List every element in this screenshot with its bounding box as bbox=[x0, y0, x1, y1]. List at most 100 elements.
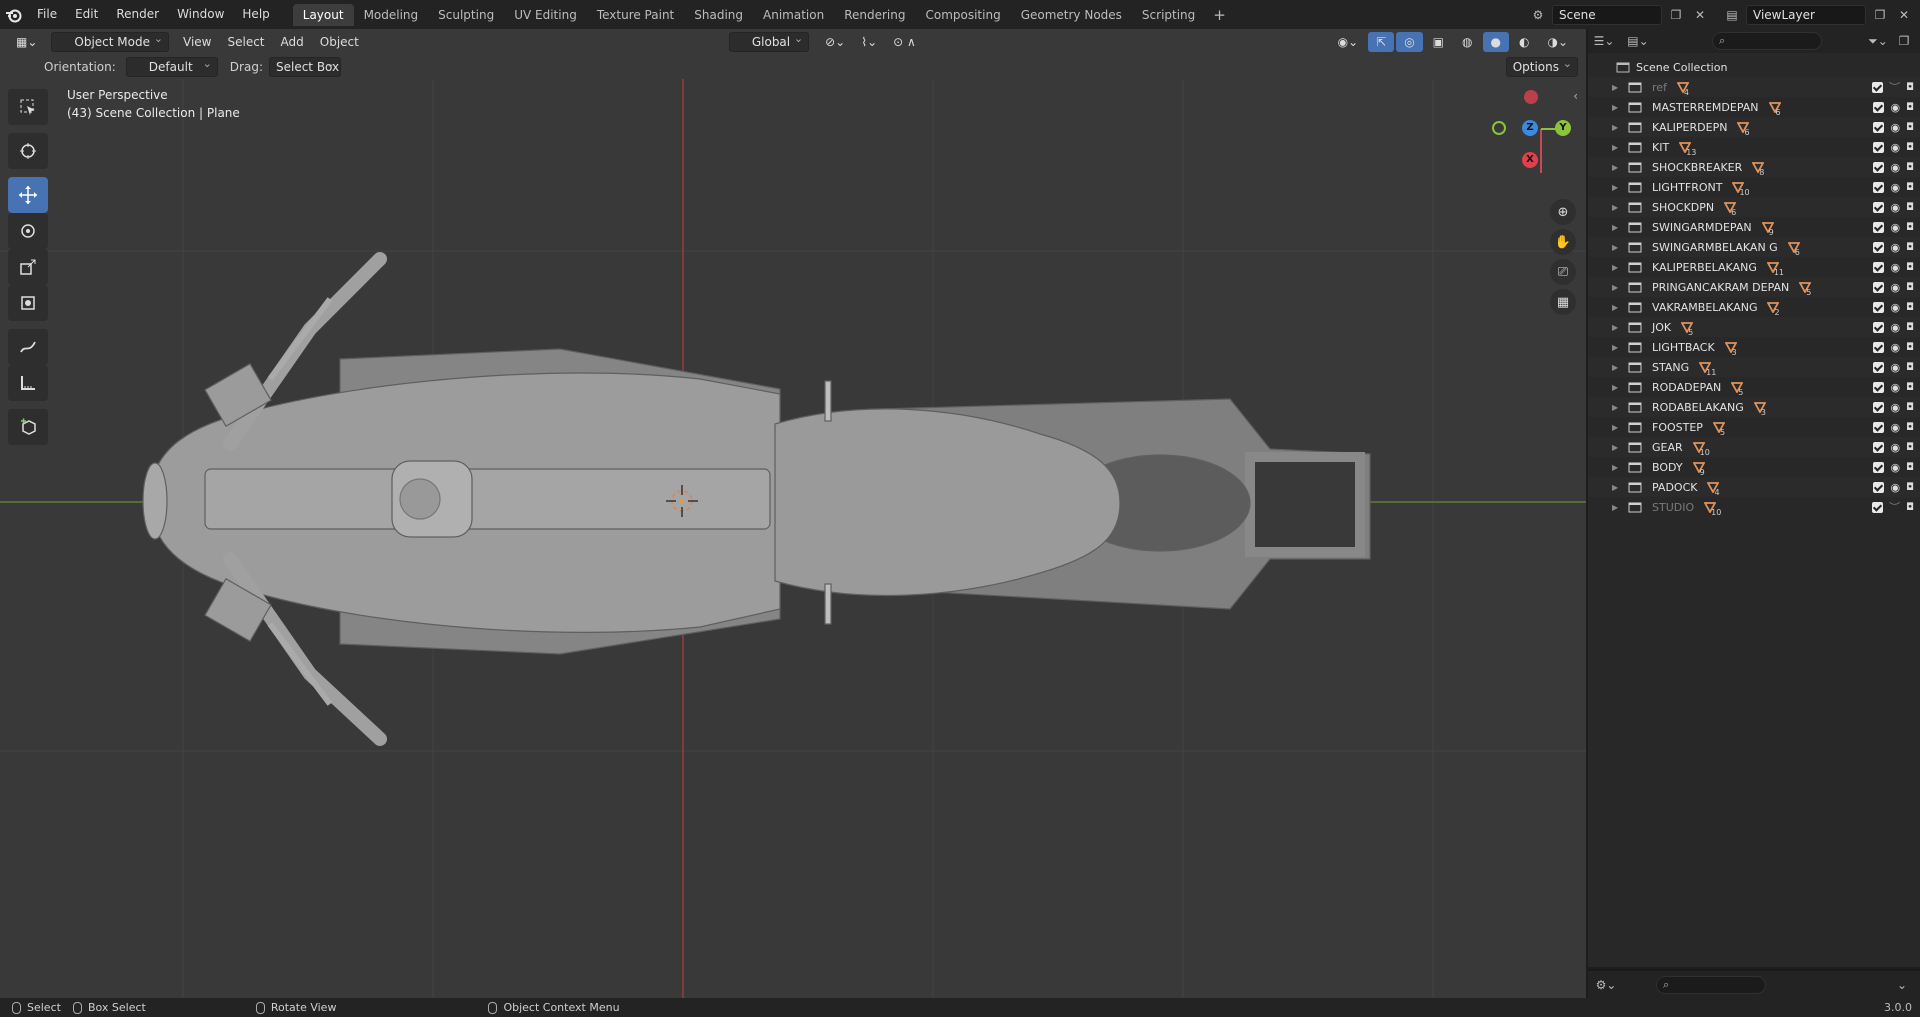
tab-animation[interactable]: Animation bbox=[753, 4, 834, 26]
expand-arrow-icon[interactable]: ▶ bbox=[1612, 243, 1624, 252]
neg-y-axis-icon[interactable] bbox=[1492, 121, 1506, 135]
mesh-badge[interactable]: 3 bbox=[1724, 341, 1737, 357]
render-camera-icon[interactable]: ◘ bbox=[1906, 262, 1914, 273]
mesh-badge[interactable]: 9 bbox=[1761, 221, 1774, 237]
x-axis-icon[interactable]: X bbox=[1522, 152, 1538, 168]
mesh-badge[interactable]: 3 bbox=[1753, 401, 1766, 417]
display-mode-icon[interactable]: ▤⌄ bbox=[1627, 31, 1648, 51]
eye-icon[interactable]: ◉ bbox=[1890, 181, 1900, 194]
overlay-toggle-icon[interactable]: ◎ bbox=[1396, 32, 1423, 52]
options-dropdown[interactable]: Options bbox=[1505, 55, 1578, 77]
exclude-checkbox[interactable] bbox=[1873, 221, 1885, 233]
tab-compositing[interactable]: Compositing bbox=[915, 4, 1010, 26]
expand-arrow-icon[interactable]: ▶ bbox=[1612, 303, 1624, 312]
blender-logo-icon[interactable] bbox=[0, 0, 28, 29]
collection-row[interactable]: ▶ BODY 9 ◉ ◘ bbox=[1588, 457, 1920, 478]
exclude-checkbox[interactable] bbox=[1873, 381, 1885, 393]
collection-row[interactable]: ▶ STUDIO 10 ︶ ◘ bbox=[1588, 497, 1920, 518]
eye-icon[interactable]: ◉ bbox=[1890, 301, 1900, 314]
collection-row[interactable]: ▶ RODADEPAN 5 ◉ ◘ bbox=[1588, 377, 1920, 398]
menu-add[interactable]: Add bbox=[273, 32, 312, 52]
mesh-badge[interactable]: 5 bbox=[1681, 321, 1693, 337]
mesh-badge[interactable]: 5 bbox=[1712, 421, 1725, 437]
tab-modeling[interactable]: Modeling bbox=[354, 4, 429, 26]
move-tool[interactable] bbox=[8, 177, 48, 213]
exclude-checkbox[interactable] bbox=[1873, 401, 1885, 413]
eye-icon[interactable]: ◉ bbox=[1890, 381, 1900, 394]
new-collection-icon[interactable]: ❐ bbox=[1894, 31, 1914, 51]
collection-row[interactable]: ▶ GEAR 10 ◉ ◘ bbox=[1588, 437, 1920, 457]
tab-geometry-nodes[interactable]: Geometry Nodes bbox=[1011, 4, 1132, 26]
expand-arrow-icon[interactable]: ▶ bbox=[1612, 203, 1624, 212]
render-camera-icon[interactable]: ◘ bbox=[1906, 422, 1914, 433]
collection-row[interactable]: ▶ SHOCKBREAKER 8 ◉ ◘ bbox=[1588, 157, 1920, 177]
expand-arrow-icon[interactable]: ▶ bbox=[1612, 423, 1624, 432]
mesh-badge[interactable]: 5 bbox=[1799, 281, 1811, 297]
expand-arrow-icon[interactable]: ▶ bbox=[1612, 463, 1624, 472]
tab-layout[interactable]: Layout bbox=[292, 3, 354, 26]
mesh-badge[interactable]: 6 bbox=[1768, 101, 1781, 117]
eye-icon[interactable]: ◉ bbox=[1890, 461, 1900, 474]
expand-arrow-icon[interactable]: ▶ bbox=[1612, 383, 1624, 392]
mesh-badge[interactable]: 4 bbox=[1676, 81, 1689, 97]
collection-row[interactable]: ▶ FOOSTEP 5 ◉ ◘ bbox=[1588, 417, 1920, 438]
expand-arrow-icon[interactable]: ▶ bbox=[1612, 103, 1624, 112]
menu-view[interactable]: View bbox=[175, 32, 219, 52]
rotate-tool[interactable] bbox=[8, 213, 48, 249]
transform-orientation-dropdown[interactable]: Global bbox=[728, 30, 810, 52]
expand-arrow-icon[interactable]: ▶ bbox=[1612, 323, 1624, 332]
exclude-checkbox[interactable] bbox=[1873, 121, 1885, 133]
eye-icon[interactable]: ︶ bbox=[1889, 79, 1900, 95]
expand-arrow-icon[interactable]: ▶ bbox=[1612, 503, 1624, 512]
exclude-checkbox[interactable] bbox=[1873, 301, 1885, 313]
render-camera-icon[interactable]: ◘ bbox=[1906, 102, 1914, 113]
render-camera-icon[interactable]: ◘ bbox=[1906, 302, 1914, 313]
pivot-icon[interactable]: ⊘⌄ bbox=[817, 32, 853, 52]
drag-dropdown[interactable]: Select Box bbox=[268, 55, 341, 77]
properties-editor-icon[interactable]: ⚙⌄ bbox=[1596, 975, 1617, 995]
mesh-badge[interactable]: 13 bbox=[1679, 141, 1696, 157]
render-camera-icon[interactable]: ◘ bbox=[1906, 222, 1914, 233]
eye-icon[interactable]: ◉ bbox=[1890, 401, 1900, 414]
expand-arrow-icon[interactable]: ▶ bbox=[1612, 263, 1624, 272]
expand-arrow-icon[interactable]: ▶ bbox=[1612, 483, 1624, 492]
scene-icon[interactable]: ⚙ bbox=[1528, 5, 1548, 25]
exclude-checkbox[interactable] bbox=[1873, 141, 1885, 153]
tab-shading[interactable]: Shading bbox=[684, 4, 753, 26]
menu-object[interactable]: Object bbox=[312, 32, 367, 52]
collection-row[interactable]: ▶ ref 4 ︶ ◘ bbox=[1588, 77, 1920, 97]
y-axis-icon[interactable]: Y bbox=[1555, 120, 1571, 136]
render-camera-icon[interactable]: ◘ bbox=[1906, 402, 1914, 413]
delete-scene-icon[interactable]: ✕ bbox=[1690, 5, 1710, 25]
exclude-checkbox[interactable] bbox=[1872, 81, 1884, 93]
neg-x-axis-icon[interactable] bbox=[1524, 90, 1538, 104]
eye-icon[interactable]: ◉ bbox=[1890, 361, 1900, 374]
menu-file[interactable]: File bbox=[28, 0, 66, 29]
eye-icon[interactable]: ◉ bbox=[1890, 441, 1900, 454]
gizmo-toggle-icon[interactable]: ⇱ bbox=[1368, 32, 1395, 52]
eye-icon[interactable]: ◉ bbox=[1890, 141, 1900, 154]
exclude-checkbox[interactable] bbox=[1873, 241, 1885, 253]
perspective-grid-icon[interactable]: ▦ bbox=[1550, 289, 1576, 315]
mesh-badge[interactable]: 2 bbox=[1767, 301, 1780, 317]
collection-row[interactable]: ▶ VAKRAMBELAKANG 2 ◉ ◘ bbox=[1588, 297, 1920, 318]
collection-row[interactable]: ▶ SWINGARMDEPAN 9 ◉ ◘ bbox=[1588, 217, 1920, 238]
cursor-tool[interactable] bbox=[8, 133, 48, 169]
eye-icon[interactable]: ◉ bbox=[1890, 101, 1900, 114]
expand-arrow-icon[interactable]: ▶ bbox=[1612, 183, 1624, 192]
exclude-checkbox[interactable] bbox=[1872, 501, 1884, 513]
scene-collection-row[interactable]: Scene Collection bbox=[1588, 57, 1920, 77]
collection-row[interactable]: ▶ LIGHTBACK 3 ◉ ◘ bbox=[1588, 337, 1920, 358]
outliner-editor-icon[interactable]: ☰⌄ bbox=[1594, 31, 1615, 51]
menu-render[interactable]: Render bbox=[107, 0, 168, 29]
shading-solid-icon[interactable]: ● bbox=[1482, 32, 1509, 52]
collapse-arrow-icon[interactable]: ‹ bbox=[1573, 89, 1578, 103]
annotate-tool[interactable] bbox=[8, 329, 48, 365]
collection-row[interactable]: ▶ SHOCKDPN 6 ◉ ◘ bbox=[1588, 197, 1920, 217]
shading-wireframe-icon[interactable]: ◍ bbox=[1454, 32, 1480, 52]
visibility-icon[interactable]: ◉⌄ bbox=[1330, 32, 1367, 52]
mode-selector[interactable]: Object Mode bbox=[51, 30, 169, 52]
eye-icon[interactable]: ◉ bbox=[1890, 321, 1900, 334]
render-camera-icon[interactable]: ◘ bbox=[1906, 122, 1914, 133]
expand-arrow-icon[interactable]: ▶ bbox=[1612, 343, 1624, 352]
